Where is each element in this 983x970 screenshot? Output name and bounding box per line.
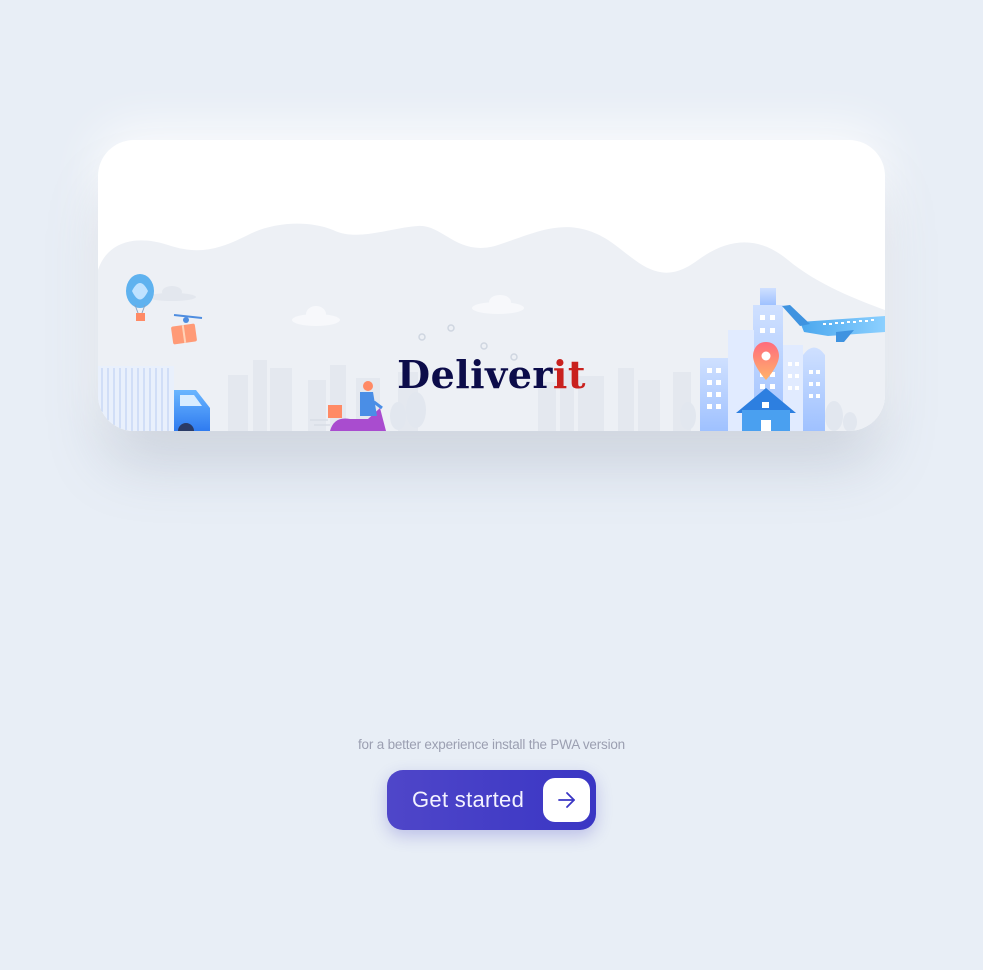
pwa-install-note: for a better experience install the PWA … xyxy=(358,737,625,752)
get-started-button[interactable]: Get started xyxy=(387,770,596,830)
arrow-right-icon xyxy=(543,778,590,822)
get-started-label: Get started xyxy=(412,787,525,812)
brand-name-accent: it xyxy=(552,352,586,397)
brand-logo: Deliverit xyxy=(98,350,885,400)
brand-name-main: Deliver xyxy=(397,352,553,397)
hero-card: Deliverit xyxy=(98,140,885,431)
